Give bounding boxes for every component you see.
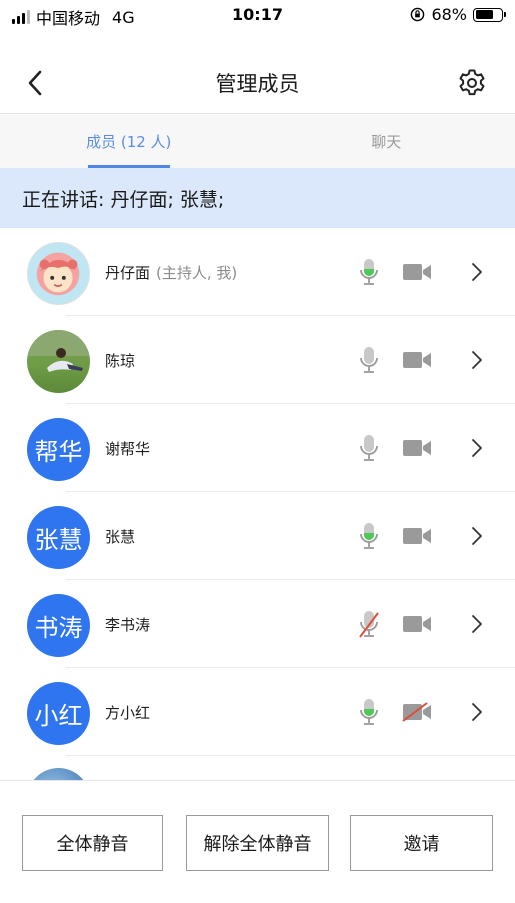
member-name: 陈琼 (105, 352, 136, 370)
microphone-icon[interactable] (358, 521, 380, 551)
page-title: 管理成员 (215, 72, 300, 96)
member-name-container: 陈琼 (105, 350, 135, 371)
member-name: 张慧 (105, 528, 136, 546)
chevron-right-icon[interactable] (470, 437, 484, 459)
status-bar: 中国移动 4G 10:17 68% (0, 0, 515, 30)
member-name-container: 张慧 (105, 526, 135, 547)
list-item[interactable]: 书涛 李书涛 (0, 580, 515, 668)
camera-icon[interactable] (402, 262, 432, 282)
list-item[interactable]: 帮华 谢帮华 (0, 404, 515, 492)
member-name-container: 李书涛 (105, 614, 150, 635)
camera-icon[interactable] (402, 614, 432, 634)
speaking-banner: 正在讲话: 丹仔面; 张慧; (0, 168, 515, 228)
avatar: 书涛 (27, 594, 90, 657)
invite-button[interactable]: 邀请 (350, 815, 493, 871)
camera-disabled-icon[interactable] (402, 702, 432, 722)
microphone-icon[interactable] (358, 697, 380, 727)
tab-bar: 成员 (12 人) 聊天 (0, 115, 515, 168)
avatar (27, 242, 90, 305)
member-name: 李书涛 (105, 616, 151, 634)
chevron-right-icon[interactable] (470, 613, 484, 635)
camera-icon[interactable] (402, 438, 432, 458)
bottom-action-bar: 全体静音 解除全体静音 邀请 (0, 780, 515, 903)
microphone-icon[interactable] (358, 345, 380, 375)
member-list[interactable]: 丹仔面 (主持人, 我) 陈琼 帮华 谢帮华 张慧 张慧 书涛 李书涛 小红 方小红 (0, 228, 515, 780)
unmute-all-button[interactable]: 解除全体静音 (186, 815, 329, 871)
camera-icon[interactable] (402, 526, 432, 546)
member-role: (主持人, 我) (156, 264, 238, 282)
battery-icon (473, 7, 506, 22)
mute-all-button[interactable]: 全体静音 (22, 815, 163, 871)
member-name: 谢帮华 (105, 440, 151, 458)
chevron-right-icon[interactable] (470, 349, 484, 371)
tab-members[interactable]: 成员 (12 人) (0, 115, 258, 168)
member-name: 方小红 (105, 704, 151, 722)
mic-muted-icon[interactable] (358, 609, 380, 639)
avatar (27, 330, 90, 393)
microphone-icon[interactable] (358, 257, 380, 287)
avatar: 小红 (27, 682, 90, 745)
list-item[interactable]: 小红 方小红 (0, 668, 515, 756)
tab-chat[interactable]: 聊天 (258, 115, 515, 168)
member-name: 丹仔面 (105, 264, 151, 282)
divider (66, 755, 515, 756)
settings-button[interactable] (455, 66, 489, 100)
battery-fill (475, 10, 493, 19)
list-item[interactable]: 丹仔面 (主持人, 我) (0, 228, 515, 316)
list-item[interactable]: 张慧 张慧 (0, 492, 515, 580)
member-name-container: 谢帮华 (105, 438, 150, 459)
avatar: 帮华 (27, 418, 90, 481)
rotation-lock-icon (411, 7, 425, 22)
avatar: 张慧 (27, 506, 90, 569)
list-item[interactable]: 陈琼 (0, 316, 515, 404)
camera-icon[interactable] (402, 350, 432, 370)
microphone-icon[interactable] (358, 433, 380, 463)
gear-icon (459, 69, 485, 96)
nav-bar: 管理成员 (0, 48, 515, 114)
chevron-right-icon[interactable] (470, 525, 484, 547)
chevron-right-icon[interactable] (470, 261, 484, 283)
status-right: 68% (410, 5, 506, 24)
chevron-right-icon[interactable] (470, 701, 484, 723)
member-name-container: 丹仔面 (主持人, 我) (105, 262, 237, 283)
battery-percent: 68% (431, 5, 467, 24)
member-name-container: 方小红 (105, 702, 150, 723)
